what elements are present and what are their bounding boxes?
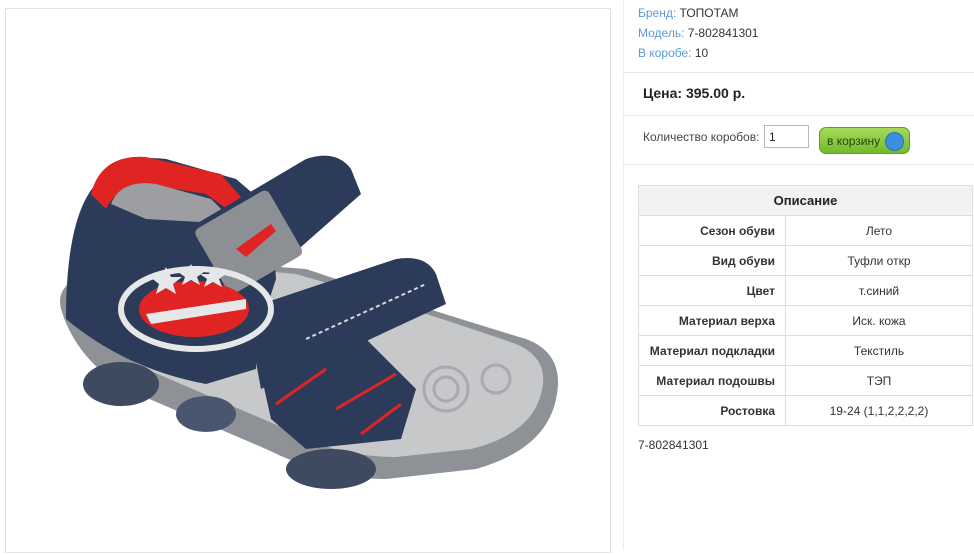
table-row: Материал верха Иск. кожа [638, 305, 973, 336]
box-line: В коробе: 10 [638, 46, 708, 60]
product-image[interactable] [5, 8, 611, 553]
box-value: 10 [694, 46, 709, 60]
box-label: В коробе: [638, 46, 692, 60]
attr-value: Туфли откр [785, 245, 973, 276]
qty-label: Количество коробов: [643, 130, 760, 144]
model-line: Модель: 7-802841301 [638, 26, 758, 40]
table-row: Ростовка 19-24 (1,1,2,2,2,2) [638, 395, 973, 426]
description-title: Описание [638, 185, 973, 216]
attr-key: Ростовка [638, 395, 786, 426]
attr-value: Иск. кожа [785, 305, 973, 336]
attr-value: т.синий [785, 275, 973, 306]
brand-line: Бренд: ТОПОТАМ [638, 6, 739, 20]
sandal-image [60, 155, 558, 489]
divider [623, 72, 974, 73]
divider [623, 115, 974, 116]
table-row: Материал подошвы ТЭП [638, 365, 973, 396]
attr-value: 19-24 (1,1,2,2,2,2) [785, 395, 973, 426]
table-row: Сезон обуви Лето [638, 215, 973, 246]
table-row: Цвет т.синий [638, 275, 973, 306]
attr-key: Материал подкладки [638, 335, 786, 366]
table-row: Материал подкладки Текстиль [638, 335, 973, 366]
attr-value: Текстиль [785, 335, 973, 366]
attr-key: Вид обуви [638, 245, 786, 276]
table-row: Вид обуви Туфли откр [638, 245, 973, 276]
qty-input[interactable] [764, 125, 809, 148]
attr-key: Материал подошвы [638, 365, 786, 396]
attr-key: Сезон обуви [638, 215, 786, 246]
attr-value: ТЭП [785, 365, 973, 396]
attr-value: Лето [785, 215, 973, 246]
column-divider [623, 0, 624, 550]
attr-key: Материал верха [638, 305, 786, 336]
divider [623, 164, 974, 165]
price: Цена: 395.00 р. [643, 85, 746, 101]
cart-icon [885, 132, 904, 151]
brand-label: Бренд: [638, 6, 677, 20]
brand-value: ТОПОТАМ [679, 6, 739, 20]
cart-button-label: в корзину [827, 133, 881, 148]
attr-key: Цвет [638, 275, 786, 306]
model-label: Модель: [638, 26, 685, 40]
description-table: Описание Сезон обуви Лето Вид обуви Туфл… [638, 185, 973, 426]
add-to-cart-button[interactable]: в корзину [819, 127, 910, 154]
model-value: 7-802841301 [687, 26, 759, 40]
article-number: 7-802841301 [638, 438, 709, 452]
